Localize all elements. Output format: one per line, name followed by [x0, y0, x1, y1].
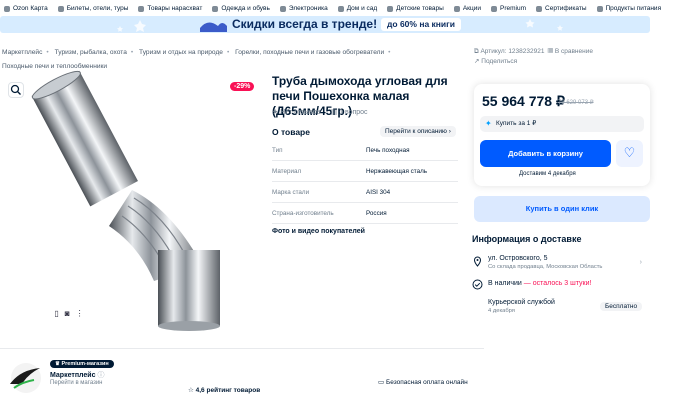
spec-row: Тип Печь походная [272, 140, 458, 161]
home-icon [337, 5, 344, 12]
nav-item-kids[interactable]: Детские товары [387, 5, 444, 12]
stock-warning: — осталось 3 штуки! [523, 280, 592, 287]
delivery-title: Информация о доставке [472, 234, 582, 244]
nav-item-certs[interactable]: Сертификаты [536, 5, 587, 12]
breadcrumb-item[interactable]: Туризм, рыбалка, охота [55, 49, 127, 56]
old-price: 79 629 073 ₽ [558, 100, 594, 106]
spec-row: Марка стали AISI 304 [272, 182, 458, 203]
shirt-icon [212, 5, 219, 12]
buy-one-click-button[interactable]: Купить в один клик [474, 196, 650, 222]
product-meta: ★ Нет отзывов ▤ 1 вопрос [272, 108, 368, 116]
banner-pill: до 60% на книги [381, 18, 461, 31]
nav-item-tickets[interactable]: Билеты, отели, туры [57, 5, 128, 12]
price-card: 55 964 778 ₽ 79 629 073 ₽ ✦ Купить за 1 ₽… [474, 84, 650, 186]
breadcrumb-item[interactable]: Походные печи и теплообменники [2, 63, 107, 70]
premium-icon [491, 5, 497, 12]
gift-icon [536, 5, 543, 12]
compare-icon: ▥ [548, 48, 554, 55]
address-sub: Со склада продавца, Московская Область [488, 264, 603, 270]
customer-photos-title: Фото и видео покупателей [272, 228, 365, 235]
about-title: О товаре [272, 127, 310, 137]
toy-icon [387, 5, 394, 12]
promo-banner[interactable]: Скидки всегда в тренде! до 60% на книги [0, 16, 650, 33]
specs-list: Тип Печь походная Материал Нержавеющая ста… [272, 140, 458, 224]
spec-row: Материал Нержавеющая сталь [272, 161, 458, 182]
share-link[interactable]: Поделиться [481, 58, 517, 65]
nav-item-home[interactable]: Дом и сад [337, 5, 377, 12]
seller-logo[interactable] [6, 358, 46, 394]
reviews-link[interactable]: ★ Нет отзывов [272, 108, 321, 116]
info-icon[interactable]: ⓘ [97, 372, 104, 379]
product-photo[interactable] [22, 70, 254, 332]
plane-icon [57, 5, 64, 12]
nav-item-hot[interactable]: Товары нарасхват [138, 5, 202, 12]
address-text: ул. Островского, 5 [488, 255, 548, 262]
nav-item-clothes[interactable]: Одежда и обувь [212, 5, 270, 12]
crown-icon: ♛ [55, 361, 60, 367]
questions-link[interactable]: ▤ 1 вопрос [331, 108, 368, 116]
card-icon [4, 5, 10, 12]
heart-icon: ♡ [623, 145, 636, 160]
free-badge: Бесплатно [600, 302, 643, 311]
photo-toolbar: ▯ ◙ ⋮ [46, 306, 92, 320]
article-number[interactable]: Артикул: 1238232921 [480, 48, 544, 55]
nav-item-premium[interactable]: Premium [491, 5, 526, 12]
breadcrumb-item[interactable]: Маркетплейс [2, 49, 42, 56]
more-icon[interactable]: ⋮ [76, 309, 84, 318]
nav-item-promo[interactable]: Акции [453, 5, 481, 12]
star-icon: ☆ [188, 387, 194, 394]
breadcrumb-item[interactable]: Туризм и отдых на природе [139, 49, 223, 56]
wallet-icon: ▭ [378, 379, 385, 386]
add-to-cart-button[interactable]: Добавить в корзину [480, 140, 611, 167]
share-icon: ↗ [474, 58, 480, 65]
favorite-button[interactable]: ♡ [616, 140, 643, 167]
discount-badge: -29% [230, 82, 255, 91]
price: 55 964 778 ₽ [482, 93, 565, 109]
check-circle-icon [472, 279, 483, 290]
copy-icon[interactable]: ⧉ [474, 48, 479, 55]
fire-icon [138, 5, 145, 12]
stock-info: В наличии — осталось 3 штуки! [472, 279, 642, 290]
buy-for-1-button[interactable]: ✦ Купить за 1 ₽ [480, 116, 644, 132]
camera-search-icon [10, 84, 21, 95]
safe-payment: ▭ Безопасная оплата онлайн [378, 379, 468, 386]
chevron-right-icon: › [639, 259, 642, 266]
article-block: ⧉ Артикул: 1238232921 ▥ В сравнение ↗ По… [474, 47, 593, 67]
camera-icon[interactable]: ◙ [65, 309, 70, 318]
nav-item-electronics[interactable]: Электроника [279, 5, 328, 12]
spec-row: Страна-изготовитель Россия [272, 203, 458, 224]
nav-item-ozon-card[interactable]: Ozon Карта [4, 5, 48, 12]
delivery-address[interactable]: ул. Островского, 5 Со склада продавца, М… [472, 254, 642, 272]
go-to-store-link[interactable]: Перейти в магазин [50, 380, 103, 386]
seller-rating: ☆ 4,6 рейтинг товаров [188, 387, 261, 394]
breadcrumb-item[interactable]: Горелки, походные печи и газовые обогрев… [235, 49, 384, 56]
to-description-button[interactable]: Перейти к описанию › [380, 126, 456, 137]
seller-name[interactable]: Маркетплейс ⓘ [50, 370, 104, 380]
phone-icon [279, 5, 286, 12]
food-icon [596, 5, 603, 12]
banner-text: Скидки всегда в тренде! [232, 17, 378, 31]
premium-badge: ♛ Premium-магазин [50, 360, 114, 368]
bookmark-icon[interactable]: ▯ [54, 309, 58, 318]
location-pin-icon [473, 256, 482, 267]
top-nav: Ozon Карта Билеты, отели, туры Товары на… [0, 0, 700, 17]
sparkle-icon: ✦ [485, 119, 492, 128]
compare-link[interactable]: В сравнение [555, 48, 593, 55]
delivery-date-small: Доставим 4 декабря [519, 171, 576, 177]
percent-icon [453, 5, 460, 12]
nav-item-food[interactable]: Продукты питания [596, 5, 661, 12]
